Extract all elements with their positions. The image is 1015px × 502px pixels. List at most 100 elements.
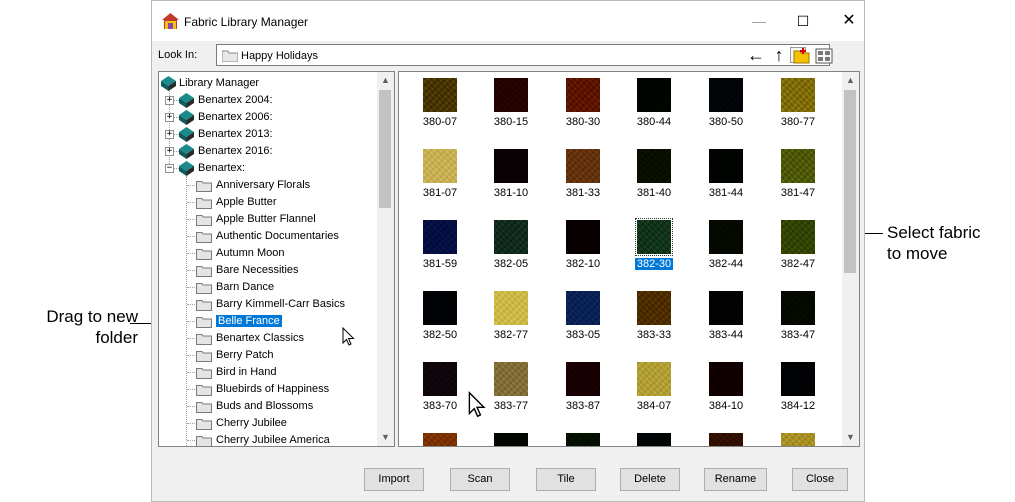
- fabric-swatch[interactable]: [423, 362, 457, 396]
- fabric-tile[interactable]: 382-77: [482, 291, 544, 353]
- fabric-tile[interactable]: 383-70: [411, 362, 473, 424]
- fabric-swatch[interactable]: [781, 362, 815, 396]
- fabric-swatch[interactable]: [494, 149, 528, 183]
- tree-folder-item[interactable]: Autumn Moon: [159, 245, 379, 262]
- tree-folder-item[interactable]: Bare Necessities: [159, 262, 379, 279]
- tree-item-benartex-2004[interactable]: + Benartex 2004:: [159, 92, 379, 109]
- maximize-button[interactable]: ☐: [780, 7, 826, 35]
- tree-item-benartex-2006[interactable]: + Benartex 2006:: [159, 109, 379, 126]
- fabric-tile[interactable]: 383-44: [697, 291, 759, 353]
- fabric-swatch[interactable]: [423, 291, 457, 325]
- minimize-button[interactable]: —: [736, 7, 782, 35]
- fabric-tile[interactable]: 381-07: [411, 149, 473, 211]
- fabric-tile[interactable]: 383-47: [769, 291, 831, 353]
- fabric-swatch[interactable]: [423, 149, 457, 183]
- fabric-tile[interactable]: [554, 433, 616, 446]
- fabric-swatch[interactable]: [494, 362, 528, 396]
- fabric-tile[interactable]: 381-33: [554, 149, 616, 211]
- tree-folder-item[interactable]: Apple Butter: [159, 194, 379, 211]
- fabric-swatch[interactable]: [494, 433, 528, 446]
- fabric-tile[interactable]: 380-07: [411, 78, 473, 140]
- library-tree[interactable]: Library Manager + Benartex 2004: + Benar…: [158, 71, 395, 447]
- tree-scrollbar[interactable]: ▲ ▼: [377, 72, 394, 446]
- fabric-swatch[interactable]: [423, 78, 457, 112]
- fabric-tile[interactable]: 384-07: [625, 362, 687, 424]
- fabric-swatch[interactable]: [423, 220, 457, 254]
- scroll-up-icon[interactable]: ▲: [842, 72, 859, 89]
- fabric-tile[interactable]: 382-50: [411, 291, 473, 353]
- fabric-swatch[interactable]: [781, 291, 815, 325]
- expand-icon[interactable]: +: [165, 147, 174, 156]
- expand-icon[interactable]: +: [165, 113, 174, 122]
- fabric-swatch[interactable]: [423, 433, 457, 446]
- tree-folder-item[interactable]: Barn Dance: [159, 279, 379, 296]
- tree-folder-item[interactable]: Bird in Hand: [159, 364, 379, 381]
- new-folder-button[interactable]: [792, 46, 812, 66]
- tree-item-benartex-2013[interactable]: + Benartex 2013:: [159, 126, 379, 143]
- fabric-swatch[interactable]: [494, 78, 528, 112]
- fabric-tile[interactable]: 380-15: [482, 78, 544, 140]
- import-button[interactable]: Import: [364, 468, 424, 491]
- tree-item-benartex[interactable]: − Benartex:: [159, 160, 379, 177]
- fabric-tile[interactable]: 380-77: [769, 78, 831, 140]
- delete-button[interactable]: Delete: [620, 468, 680, 491]
- fabric-swatch[interactable]: [494, 220, 528, 254]
- tree-folder-item[interactable]: Cherry Jubilee America: [159, 432, 379, 446]
- fabric-swatch[interactable]: [637, 433, 671, 446]
- fabric-swatch[interactable]: [781, 220, 815, 254]
- fabric-swatch[interactable]: [566, 220, 600, 254]
- expand-icon[interactable]: +: [165, 130, 174, 139]
- back-button[interactable]: ←: [746, 46, 766, 66]
- fabric-tile[interactable]: 380-30: [554, 78, 616, 140]
- fabric-swatch[interactable]: [566, 78, 600, 112]
- fabric-tile[interactable]: 382-44: [697, 220, 759, 282]
- fabric-swatch[interactable]: [637, 362, 671, 396]
- expand-icon[interactable]: +: [165, 96, 174, 105]
- fabric-tile[interactable]: 380-50: [697, 78, 759, 140]
- fabric-swatch[interactable]: [635, 218, 673, 256]
- fabric-swatch[interactable]: [494, 291, 528, 325]
- fabric-tile[interactable]: [625, 433, 687, 446]
- fabric-tile[interactable]: 382-30: [625, 218, 687, 282]
- grid-scrollbar[interactable]: ▲ ▼: [842, 72, 859, 446]
- fabric-tile[interactable]: 383-05: [554, 291, 616, 353]
- fabric-swatch[interactable]: [709, 220, 743, 254]
- fabric-tile[interactable]: [769, 433, 831, 446]
- fabric-swatch[interactable]: [637, 291, 671, 325]
- tree-folder-item[interactable]: Authentic Documentaries: [159, 228, 379, 245]
- tree-folder-item[interactable]: Apple Butter Flannel: [159, 211, 379, 228]
- close-window-button[interactable]: ✕: [826, 7, 872, 35]
- tree-folder-item[interactable]: Berry Patch: [159, 347, 379, 364]
- collapse-icon[interactable]: −: [165, 164, 174, 173]
- fabric-tile[interactable]: 383-33: [625, 291, 687, 353]
- scroll-down-icon[interactable]: ▼: [377, 429, 394, 446]
- tree-root-library-manager[interactable]: Library Manager: [159, 75, 379, 92]
- fabric-swatch[interactable]: [637, 149, 671, 183]
- fabric-tile[interactable]: [482, 433, 544, 446]
- fabric-swatch[interactable]: [566, 433, 600, 446]
- fabric-tile[interactable]: 380-44: [625, 78, 687, 140]
- fabric-tile[interactable]: 383-77: [482, 362, 544, 424]
- fabric-tile[interactable]: 382-05: [482, 220, 544, 282]
- fabric-tile[interactable]: [697, 433, 759, 446]
- fabric-tile[interactable]: [411, 433, 473, 446]
- fabric-swatch[interactable]: [637, 78, 671, 112]
- fabric-tile[interactable]: 381-10: [482, 149, 544, 211]
- fabric-swatch[interactable]: [709, 362, 743, 396]
- fabric-swatch[interactable]: [566, 149, 600, 183]
- fabric-swatch[interactable]: [709, 78, 743, 112]
- fabric-tile[interactable]: 381-44: [697, 149, 759, 211]
- fabric-swatch[interactable]: [781, 78, 815, 112]
- tree-folder-item[interactable]: Anniversary Florals: [159, 177, 379, 194]
- close-button[interactable]: Close: [792, 468, 848, 491]
- fabric-swatch[interactable]: [781, 433, 815, 446]
- view-menu-button[interactable]: [814, 46, 834, 66]
- tree-folder-item[interactable]: Cherry Jubilee: [159, 415, 379, 432]
- fabric-tile[interactable]: 381-40: [625, 149, 687, 211]
- rename-button[interactable]: Rename: [704, 468, 767, 491]
- scroll-thumb[interactable]: [379, 90, 391, 208]
- fabric-swatch[interactable]: [781, 149, 815, 183]
- fabric-swatch[interactable]: [709, 149, 743, 183]
- look-in-dropdown[interactable]: Happy Holidays: [216, 44, 830, 66]
- fabric-tile[interactable]: 384-12: [769, 362, 831, 424]
